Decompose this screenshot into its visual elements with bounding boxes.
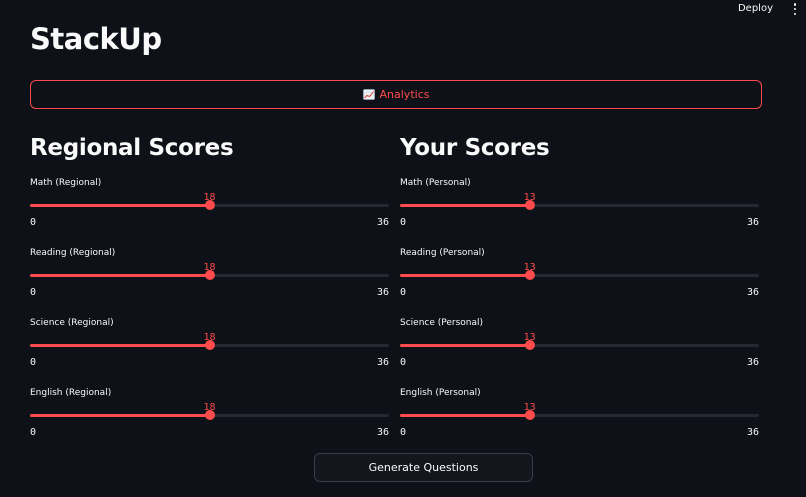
slider-max: 36 (376, 427, 389, 438)
generate-questions-button[interactable]: Generate Questions (314, 453, 533, 482)
slider-thumb[interactable] (204, 410, 215, 420)
slider-fill (30, 274, 210, 277)
slider-fill (30, 344, 210, 347)
slider-science-personal[interactable]: Science (Personal) 13 0 36 (400, 318, 759, 378)
kebab-menu-icon[interactable] (793, 3, 797, 15)
slider-label: Reading (Personal) (400, 248, 485, 258)
slider-min: 0 (400, 357, 407, 368)
slider-label: Math (Regional) (30, 178, 102, 188)
slider-english-regional[interactable]: English (Regional) 18 0 36 (30, 388, 389, 448)
slider-fill (30, 204, 210, 207)
slider-fill (400, 274, 530, 277)
slider-science-regional[interactable]: Science (Regional) 18 0 36 (30, 318, 389, 378)
slider-track[interactable] (400, 414, 759, 417)
slider-min: 0 (400, 217, 407, 228)
slider-label: Science (Regional) (30, 318, 114, 328)
slider-english-personal[interactable]: English (Personal) 13 0 36 (400, 388, 759, 448)
analytics-button[interactable]: Analytics (30, 80, 762, 109)
slider-label: Science (Personal) (400, 318, 484, 328)
slider-max: 36 (376, 217, 389, 228)
slider-track[interactable] (400, 274, 759, 277)
slider-label: Reading (Regional) (30, 248, 116, 258)
slider-math-personal[interactable]: Math (Personal) 13 0 36 (400, 178, 759, 238)
slider-reading-personal[interactable]: Reading (Personal) 13 0 36 (400, 248, 759, 308)
slider-min: 0 (400, 287, 407, 298)
slider-reading-regional[interactable]: Reading (Regional) 18 0 36 (30, 248, 389, 308)
slider-max: 36 (746, 427, 759, 438)
slider-track[interactable] (400, 344, 759, 347)
chart-increasing-icon (362, 89, 375, 100)
slider-max: 36 (376, 357, 389, 368)
slider-max: 36 (746, 357, 759, 368)
slider-min: 0 (30, 287, 37, 298)
regional-scores-heading: Regional Scores (30, 135, 234, 161)
slider-fill (30, 414, 210, 417)
slider-label: Math (Personal) (400, 178, 471, 188)
slider-thumb[interactable] (204, 200, 215, 210)
slider-thumb[interactable] (524, 340, 535, 350)
slider-min: 0 (30, 427, 37, 438)
slider-fill (400, 204, 530, 207)
slider-fill (400, 414, 530, 417)
analytics-button-label: Analytics (379, 88, 430, 101)
page-title: StackUp (30, 22, 162, 56)
slider-math-regional[interactable]: Math (Regional) 18 0 36 (30, 178, 389, 238)
slider-thumb[interactable] (524, 200, 535, 210)
slider-min: 0 (400, 427, 407, 438)
deploy-button[interactable]: Deploy (738, 3, 773, 14)
slider-thumb[interactable] (204, 340, 215, 350)
slider-max: 36 (746, 287, 759, 298)
slider-min: 0 (30, 357, 37, 368)
slider-label: English (Personal) (400, 388, 481, 398)
slider-thumb[interactable] (524, 270, 535, 280)
slider-fill (400, 344, 530, 347)
slider-thumb[interactable] (204, 270, 215, 280)
slider-max: 36 (746, 217, 759, 228)
slider-max: 36 (376, 287, 389, 298)
slider-min: 0 (30, 217, 37, 228)
your-scores-heading: Your Scores (400, 135, 550, 161)
slider-track[interactable] (400, 204, 759, 207)
slider-label: English (Regional) (30, 388, 112, 398)
slider-thumb[interactable] (524, 410, 535, 420)
